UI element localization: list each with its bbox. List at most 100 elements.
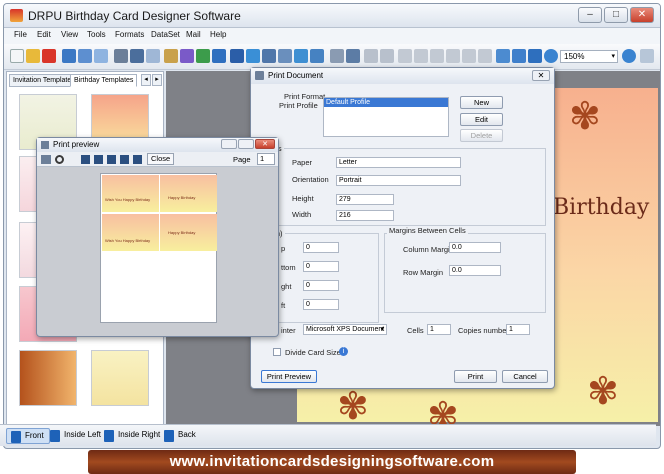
- preview-close-icon[interactable]: ✕: [255, 139, 275, 149]
- view-inside-right-button[interactable]: Inside Right: [100, 428, 165, 444]
- text-icon[interactable]: [212, 49, 226, 63]
- close-button[interactable]: ✕: [630, 7, 654, 23]
- font-icon[interactable]: [262, 49, 276, 63]
- tab-invitation-templates[interactable]: Invitation Templates: [9, 74, 79, 87]
- new-profile-button[interactable]: New: [460, 96, 503, 109]
- zoom-out-icon[interactable]: [622, 49, 636, 63]
- pencil-icon[interactable]: [180, 49, 194, 63]
- one-page-icon[interactable]: [81, 155, 90, 164]
- paper-field[interactable]: Letter: [336, 157, 461, 168]
- profile-list-item[interactable]: Default Profile: [324, 98, 448, 107]
- row-margin-stepper[interactable]: 0.0: [449, 265, 501, 276]
- delete-profile-button[interactable]: Delete: [460, 129, 503, 142]
- new-icon[interactable]: [10, 49, 24, 63]
- template-thumb[interactable]: [91, 350, 149, 406]
- maximize-button[interactable]: □: [604, 7, 628, 23]
- column-margin-stepper[interactable]: 0.0: [449, 242, 501, 253]
- menu-edit[interactable]: Edit: [37, 30, 51, 39]
- view-back-button[interactable]: Back: [160, 428, 201, 444]
- menu-view[interactable]: View: [61, 30, 78, 39]
- four-pages-icon[interactable]: [120, 155, 129, 164]
- cancel-button[interactable]: Cancel: [502, 370, 548, 383]
- mail-icon[interactable]: [310, 49, 324, 63]
- height-field[interactable]: 279: [336, 194, 394, 205]
- print-preview-button[interactable]: Print Preview: [261, 370, 317, 383]
- delete-icon[interactable]: [446, 49, 460, 63]
- margin-top-field[interactable]: 0: [303, 242, 339, 253]
- print-preview-icon[interactable]: [130, 49, 144, 63]
- template-thumb[interactable]: [19, 350, 77, 406]
- dialog-close-button[interactable]: ✕: [532, 70, 550, 81]
- cells-field[interactable]: 1: [427, 324, 451, 335]
- menu-dataset[interactable]: DataSet: [151, 30, 180, 39]
- shape-icon[interactable]: [246, 49, 260, 63]
- copies-field[interactable]: 1: [506, 324, 530, 335]
- undo-icon[interactable]: [364, 49, 378, 63]
- paste-icon[interactable]: [430, 49, 444, 63]
- tab-birthday-templates[interactable]: Birthday Templates: [70, 74, 138, 87]
- save-icon[interactable]: [62, 49, 76, 63]
- zoom-in-icon[interactable]: [544, 49, 558, 63]
- minimize-button[interactable]: –: [578, 7, 602, 23]
- signature-icon[interactable]: [294, 49, 308, 63]
- edit-profile-button[interactable]: Edit: [460, 113, 503, 126]
- width-field[interactable]: 216: [336, 210, 394, 221]
- brush-icon[interactable]: [196, 49, 210, 63]
- paper-label: Paper: [292, 158, 313, 167]
- tab-scroll-right-icon[interactable]: ▸: [152, 74, 162, 86]
- page-stepper[interactable]: 1: [257, 153, 275, 165]
- database-icon[interactable]: [330, 49, 344, 63]
- layers-icon[interactable]: [346, 49, 360, 63]
- save-as-icon[interactable]: [78, 49, 92, 63]
- menu-tools[interactable]: Tools: [87, 30, 106, 39]
- crop-icon[interactable]: [164, 49, 178, 63]
- redo-icon[interactable]: [380, 49, 394, 63]
- print-icon[interactable]: [41, 155, 51, 164]
- profile-list[interactable]: Default Profile: [323, 97, 449, 137]
- margin-top-label: p: [281, 244, 286, 253]
- print-button[interactable]: Print: [454, 370, 497, 383]
- open-icon[interactable]: [26, 49, 40, 63]
- menu-formats[interactable]: Formats: [115, 30, 144, 39]
- zoom-select[interactable]: 150% ▾: [560, 50, 618, 63]
- menu-mail[interactable]: Mail: [186, 30, 201, 39]
- divide-card-checkbox[interactable]: [273, 348, 281, 356]
- lock-icon[interactable]: [478, 49, 492, 63]
- print-icon[interactable]: [114, 49, 128, 63]
- barcode-icon[interactable]: [278, 49, 292, 63]
- two-pages-icon[interactable]: [94, 155, 103, 164]
- home-icon[interactable]: [640, 49, 654, 63]
- printer-select[interactable]: Microsoft XPS Document ▾: [303, 324, 387, 335]
- menu-help[interactable]: Help: [210, 30, 226, 39]
- export-icon[interactable]: [94, 49, 108, 63]
- three-pages-icon[interactable]: [107, 155, 116, 164]
- row-margin-label: Row Margin: [403, 268, 444, 277]
- preview-cell-text: Wish You Happy Birthday: [105, 197, 151, 202]
- fit-icon[interactable]: [528, 49, 542, 63]
- margin-bottom-field[interactable]: 0: [303, 261, 339, 272]
- copies-label: Copies number: [458, 326, 509, 335]
- image-icon[interactable]: [146, 49, 160, 63]
- menu-file[interactable]: File: [14, 30, 27, 39]
- preview-close-button[interactable]: Close: [147, 153, 175, 165]
- align-icon[interactable]: [462, 49, 476, 63]
- tab-scroll-left-icon[interactable]: ◂: [141, 74, 151, 86]
- six-pages-icon[interactable]: [133, 155, 142, 164]
- margin-right-field[interactable]: 0: [303, 280, 339, 291]
- wordart-icon[interactable]: [230, 49, 244, 63]
- card-birthday-text[interactable]: Birthday: [553, 195, 649, 220]
- orientation-field[interactable]: Portrait: [336, 175, 461, 186]
- info-icon[interactable]: i: [339, 347, 348, 356]
- preview-maximize-button[interactable]: [238, 139, 254, 149]
- preview-minimize-button[interactable]: [221, 139, 237, 149]
- maple-leaf-icon: ✾: [337, 386, 369, 428]
- cut-icon[interactable]: [398, 49, 412, 63]
- zoom-icon[interactable]: [55, 155, 64, 164]
- grid-icon[interactable]: [496, 49, 510, 63]
- snap-icon[interactable]: [512, 49, 526, 63]
- close-doc-icon[interactable]: [42, 49, 56, 63]
- view-inside-left-button[interactable]: Inside Left: [46, 428, 106, 444]
- margin-left-field[interactable]: 0: [303, 299, 339, 310]
- copy-icon[interactable]: [414, 49, 428, 63]
- view-front-button[interactable]: Front: [6, 428, 50, 444]
